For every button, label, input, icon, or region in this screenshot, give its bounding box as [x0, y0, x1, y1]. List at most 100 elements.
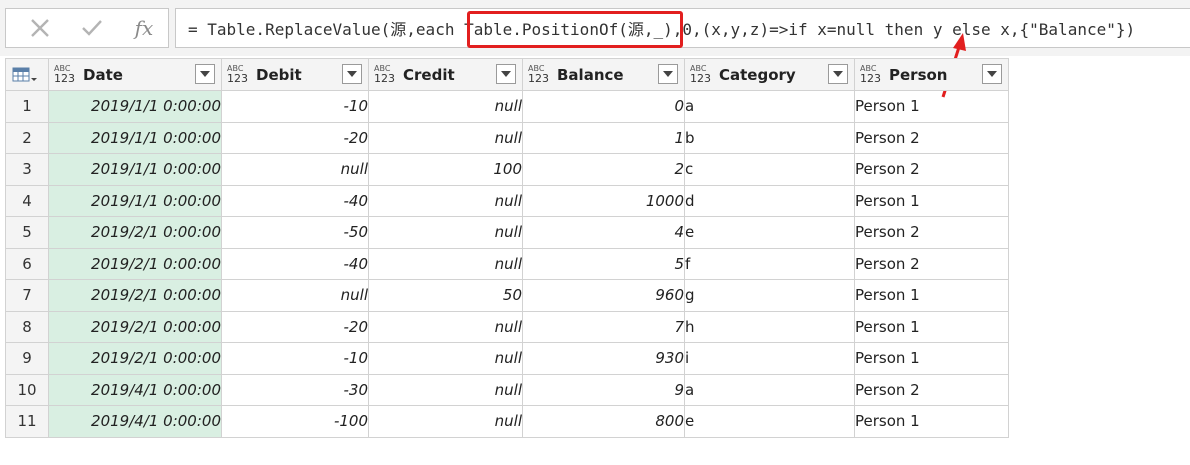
row-index[interactable]: 10: [5, 373, 49, 406]
cell-person[interactable]: Person 2: [854, 247, 1009, 280]
cell-debit[interactable]: -20: [221, 121, 369, 154]
filter-dropdown-button[interactable]: [195, 63, 215, 84]
cell-category[interactable]: g: [684, 279, 855, 312]
cell-date[interactable]: 2019/2/1 0:00:00: [48, 310, 222, 343]
cell-debit[interactable]: null: [221, 279, 369, 312]
cell-date[interactable]: 2019/2/1 0:00:00: [48, 342, 222, 375]
table-row: 10 2019/4/1 0:00:00 -30 null 9 a Person 2: [5, 373, 1009, 406]
cell-credit[interactable]: 50: [368, 279, 523, 312]
cell-debit[interactable]: -100: [221, 405, 369, 438]
column-header-credit[interactable]: ABC 123 Credit: [368, 58, 523, 91]
column-header-date[interactable]: ABC 123 Date: [48, 58, 222, 91]
cell-balance[interactable]: 4: [522, 216, 685, 249]
cell-person[interactable]: Person 1: [854, 279, 1009, 312]
cell-balance[interactable]: 7: [522, 310, 685, 343]
cell-person[interactable]: Person 1: [854, 342, 1009, 375]
cell-person[interactable]: Person 2: [854, 216, 1009, 249]
cell-category[interactable]: c: [684, 153, 855, 186]
cell-category[interactable]: d: [684, 184, 855, 217]
cell-category[interactable]: e: [684, 216, 855, 249]
row-index[interactable]: 6: [5, 247, 49, 280]
row-index[interactable]: 1: [5, 90, 49, 123]
cell-balance[interactable]: 960: [522, 279, 685, 312]
cell-date[interactable]: 2019/2/1 0:00:00: [48, 279, 222, 312]
cell-balance[interactable]: 1: [522, 121, 685, 154]
cell-category[interactable]: b: [684, 121, 855, 154]
row-index[interactable]: 11: [5, 405, 49, 438]
row-index[interactable]: 8: [5, 310, 49, 343]
column-title: Person: [889, 65, 948, 84]
table-row: 11 2019/4/1 0:00:00 -100 null 800 e Person 1: [5, 405, 1009, 438]
cell-debit[interactable]: -50: [221, 216, 369, 249]
filter-dropdown-button[interactable]: [658, 63, 678, 84]
filter-dropdown-button[interactable]: [342, 63, 362, 84]
cell-balance[interactable]: 0: [522, 90, 685, 123]
filter-dropdown-button[interactable]: [496, 63, 516, 84]
filter-dropdown-button[interactable]: [982, 63, 1002, 84]
data-table: ABC 123 Date ABC 123 Debit ABC 123 Credit A…: [5, 58, 1009, 438]
cell-balance[interactable]: 800: [522, 405, 685, 438]
cell-debit[interactable]: -30: [221, 373, 369, 406]
cell-date[interactable]: 2019/2/1 0:00:00: [48, 216, 222, 249]
cell-balance[interactable]: 1000: [522, 184, 685, 217]
cell-date[interactable]: 2019/2/1 0:00:00: [48, 247, 222, 280]
cell-debit[interactable]: -10: [221, 90, 369, 123]
cell-debit[interactable]: -40: [221, 184, 369, 217]
cell-date[interactable]: 2019/1/1 0:00:00: [48, 90, 222, 123]
cell-credit[interactable]: null: [368, 121, 523, 154]
cell-category[interactable]: f: [684, 247, 855, 280]
cell-person[interactable]: Person 1: [854, 90, 1009, 123]
row-index[interactable]: 4: [5, 184, 49, 217]
row-index[interactable]: 3: [5, 153, 49, 186]
row-index[interactable]: 2: [5, 121, 49, 154]
cell-debit[interactable]: -40: [221, 247, 369, 280]
cell-date[interactable]: 2019/4/1 0:00:00: [48, 405, 222, 438]
cell-credit[interactable]: null: [368, 342, 523, 375]
table-menu[interactable]: [5, 58, 49, 91]
column-header-debit[interactable]: ABC 123 Debit: [221, 58, 369, 91]
cell-person[interactable]: Person 2: [854, 121, 1009, 154]
row-index[interactable]: 5: [5, 216, 49, 249]
cell-date[interactable]: 2019/1/1 0:00:00: [48, 121, 222, 154]
cell-category[interactable]: a: [684, 373, 855, 406]
type-any-icon: ABC 123: [690, 64, 711, 85]
cell-debit[interactable]: null: [221, 153, 369, 186]
row-index[interactable]: 7: [5, 279, 49, 312]
cell-credit[interactable]: null: [368, 405, 523, 438]
table-row: 5 2019/2/1 0:00:00 -50 null 4 e Person 2: [5, 216, 1009, 249]
cell-person[interactable]: Person 2: [854, 153, 1009, 186]
cell-debit[interactable]: -20: [221, 310, 369, 343]
cell-category[interactable]: h: [684, 310, 855, 343]
table-row: 9 2019/2/1 0:00:00 -10 null 930 i Person 1: [5, 342, 1009, 375]
cell-balance[interactable]: 2: [522, 153, 685, 186]
cell-person[interactable]: Person 2: [854, 373, 1009, 406]
column-title: Category: [719, 65, 796, 84]
cell-date[interactable]: 2019/4/1 0:00:00: [48, 373, 222, 406]
row-index[interactable]: 9: [5, 342, 49, 375]
cell-category[interactable]: i: [684, 342, 855, 375]
cell-balance[interactable]: 9: [522, 373, 685, 406]
cell-credit[interactable]: null: [368, 90, 523, 123]
cell-credit[interactable]: null: [368, 184, 523, 217]
cell-credit[interactable]: 100: [368, 153, 523, 186]
cell-date[interactable]: 2019/1/1 0:00:00: [48, 184, 222, 217]
column-header-balance[interactable]: ABC 123 Balance: [522, 58, 685, 91]
cell-credit[interactable]: null: [368, 310, 523, 343]
cell-person[interactable]: Person 1: [854, 405, 1009, 438]
table-row: 2 2019/1/1 0:00:00 -20 null 1 b Person 2: [5, 121, 1009, 154]
cell-person[interactable]: Person 1: [854, 184, 1009, 217]
column-header-person[interactable]: ABC 123 Person: [854, 58, 1009, 91]
cell-credit[interactable]: null: [368, 373, 523, 406]
cell-debit[interactable]: -10: [221, 342, 369, 375]
filter-dropdown-button[interactable]: [828, 63, 848, 84]
cell-credit[interactable]: null: [368, 247, 523, 280]
cell-balance[interactable]: 930: [522, 342, 685, 375]
cell-category[interactable]: e: [684, 405, 855, 438]
cell-person[interactable]: Person 1: [854, 310, 1009, 343]
cell-balance[interactable]: 5: [522, 247, 685, 280]
cell-category[interactable]: a: [684, 90, 855, 123]
column-header-category[interactable]: ABC 123 Category: [684, 58, 855, 91]
cell-credit[interactable]: null: [368, 216, 523, 249]
chevron-down-icon: [833, 70, 843, 77]
cell-date[interactable]: 2019/1/1 0:00:00: [48, 153, 222, 186]
